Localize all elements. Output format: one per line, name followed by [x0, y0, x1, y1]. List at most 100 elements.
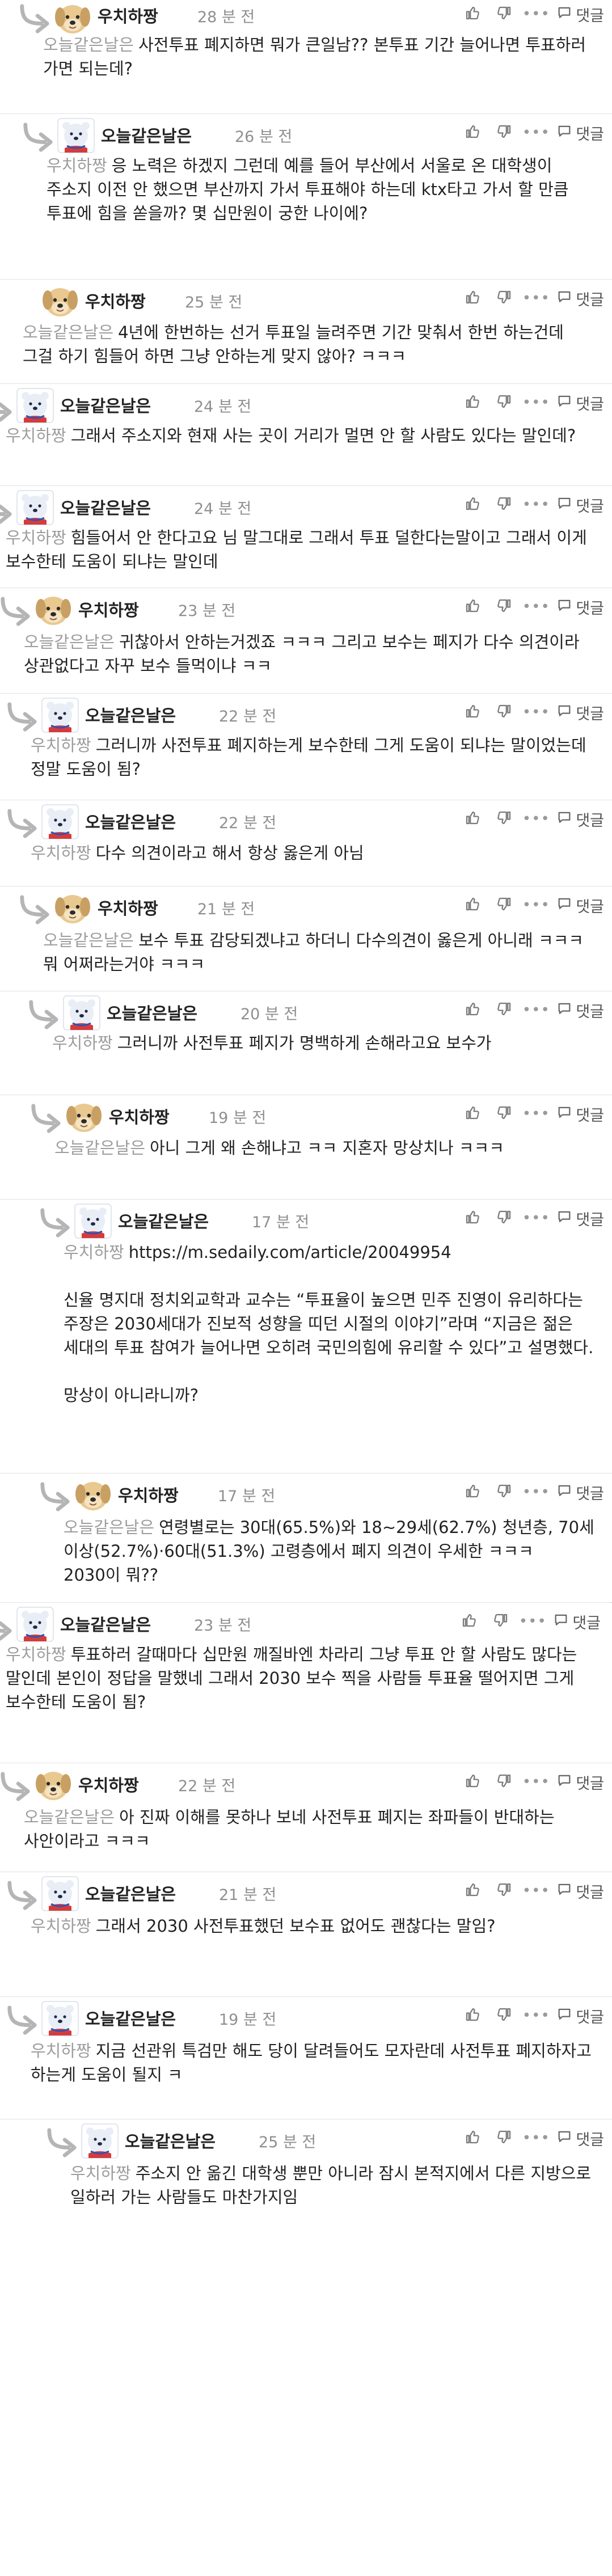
like-button[interactable]	[457, 119, 488, 147]
dislike-button[interactable]	[488, 593, 520, 621]
mention-tag[interactable]: 우치하짱	[70, 2164, 131, 2183]
mention-tag[interactable]: 오늘같은날은	[43, 35, 134, 54]
comment-author[interactable]: 오늘같은날은	[60, 495, 151, 519]
mention-tag[interactable]: 우치하짱	[6, 528, 66, 547]
reply-button[interactable]: 댓글	[552, 3, 604, 26]
like-button[interactable]	[457, 284, 488, 313]
dislike-button[interactable]	[488, 388, 520, 417]
like-button[interactable]	[457, 805, 488, 833]
dislike-button[interactable]	[488, 284, 520, 313]
more-button[interactable]: •••	[520, 996, 552, 1024]
like-button[interactable]	[457, 996, 488, 1024]
reply-button[interactable]: 댓글	[552, 2005, 604, 2027]
like-button[interactable]	[457, 2124, 488, 2152]
like-button[interactable]	[457, 698, 488, 727]
reply-button[interactable]: 댓글	[552, 1481, 604, 1504]
like-button[interactable]	[457, 1100, 488, 1128]
dislike-button[interactable]	[488, 1100, 520, 1128]
more-button[interactable]: •••	[520, 119, 552, 147]
mention-tag[interactable]: 오늘같은날은	[64, 1518, 154, 1537]
more-button[interactable]: •••	[520, 593, 552, 621]
reply-button[interactable]: 댓글	[552, 122, 604, 144]
mention-tag[interactable]: 우치하짱	[52, 1033, 113, 1053]
like-button[interactable]	[457, 2001, 488, 2030]
more-button[interactable]: •••	[520, 388, 552, 417]
comment-link[interactable]: https://m.sedaily.com/article/20049954	[129, 1243, 451, 1262]
mention-tag[interactable]: 오늘같은날은	[54, 1138, 145, 1158]
mention-tag[interactable]: 오늘같은날은	[43, 931, 134, 950]
more-button[interactable]: •••	[520, 491, 552, 519]
reply-button[interactable]: 댓글	[552, 288, 604, 310]
mention-tag[interactable]: 오늘같은날은	[24, 632, 115, 652]
comment-author[interactable]: 오늘같은날은	[107, 1000, 197, 1024]
reply-button[interactable]: 댓글	[552, 1103, 604, 1125]
reply-button[interactable]: 댓글	[552, 2127, 604, 2150]
mention-tag[interactable]: 오늘같은날은	[24, 1808, 115, 1827]
mention-tag[interactable]: 우치하짱	[31, 2041, 91, 2060]
like-button[interactable]	[457, 891, 488, 919]
dislike-button[interactable]	[488, 891, 520, 919]
dislike-button[interactable]	[488, 698, 520, 727]
comment-author[interactable]: 오늘같은날은	[125, 2129, 216, 2152]
more-button[interactable]: •••	[520, 1768, 552, 1796]
reply-button[interactable]: 댓글	[552, 1771, 604, 1793]
mention-tag[interactable]: 우치하짱	[31, 736, 91, 755]
comment-author[interactable]: 오늘같은날은	[101, 123, 192, 147]
more-button[interactable]: •••	[520, 1100, 552, 1128]
comment-author[interactable]: 오늘같은날은	[60, 1612, 151, 1636]
dislike-button[interactable]	[488, 1478, 520, 1506]
more-button[interactable]: •••	[517, 1607, 548, 1636]
reply-button[interactable]: 댓글	[552, 894, 604, 917]
reply-button[interactable]: 댓글	[552, 808, 604, 830]
dislike-button[interactable]	[488, 1877, 520, 1905]
more-button[interactable]: •••	[520, 698, 552, 727]
like-button[interactable]	[453, 1607, 485, 1636]
dislike-button[interactable]	[488, 1768, 520, 1796]
reply-button[interactable]: 댓글	[552, 596, 604, 618]
reply-button[interactable]: 댓글	[552, 999, 604, 1021]
reply-button[interactable]: 댓글	[552, 1880, 604, 1902]
like-button[interactable]	[457, 0, 488, 28]
more-button[interactable]: •••	[520, 0, 552, 28]
like-button[interactable]	[457, 593, 488, 621]
like-button[interactable]	[457, 1204, 488, 1232]
mention-tag[interactable]: 우치하짱	[47, 156, 107, 175]
comment-author[interactable]: 우치하짱	[78, 597, 139, 621]
dislike-button[interactable]	[488, 2124, 520, 2152]
mention-tag[interactable]: 우치하짱	[64, 1243, 124, 1262]
reply-button[interactable]: 댓글	[552, 494, 604, 516]
like-button[interactable]	[457, 491, 488, 519]
dislike-button[interactable]	[488, 996, 520, 1024]
reply-button[interactable]: 댓글	[552, 392, 604, 414]
more-button[interactable]: •••	[520, 2001, 552, 2030]
comment-author[interactable]: 우치하짱	[118, 1483, 179, 1506]
comment-author[interactable]: 오늘같은날은	[85, 703, 176, 727]
comment-author[interactable]: 우치하짱	[78, 1772, 139, 1796]
comment-author[interactable]: 우치하짱	[98, 3, 158, 27]
more-button[interactable]: •••	[520, 1204, 552, 1232]
comment-author[interactable]: 오늘같은날은	[85, 1881, 176, 1905]
like-button[interactable]	[457, 1478, 488, 1506]
dislike-button[interactable]	[488, 805, 520, 833]
mention-tag[interactable]: 우치하짱	[31, 1916, 91, 1936]
comment-author[interactable]: 우치하짱	[98, 896, 158, 919]
comment-author[interactable]: 오늘같은날은	[85, 2006, 176, 2030]
comment-author[interactable]: 우치하짱	[85, 289, 146, 313]
reply-button[interactable]: 댓글	[552, 1207, 604, 1230]
dislike-button[interactable]	[488, 119, 520, 147]
more-button[interactable]: •••	[520, 805, 552, 833]
more-button[interactable]: •••	[520, 284, 552, 313]
comment-author[interactable]: 오늘같은날은	[85, 809, 176, 833]
like-button[interactable]	[457, 1768, 488, 1796]
comment-author[interactable]: 오늘같은날은	[60, 393, 151, 417]
dislike-button[interactable]	[488, 2001, 520, 2030]
dislike-button[interactable]	[488, 0, 520, 28]
dislike-button[interactable]	[485, 1607, 517, 1636]
mention-tag[interactable]: 우치하짱	[6, 426, 66, 445]
comment-author[interactable]: 우치하짱	[109, 1104, 170, 1128]
mention-tag[interactable]: 우치하짱	[6, 1645, 66, 1664]
more-button[interactable]: •••	[520, 1478, 552, 1506]
more-button[interactable]: •••	[520, 2124, 552, 2152]
like-button[interactable]	[457, 1877, 488, 1905]
mention-tag[interactable]: 오늘같은날은	[23, 323, 113, 342]
